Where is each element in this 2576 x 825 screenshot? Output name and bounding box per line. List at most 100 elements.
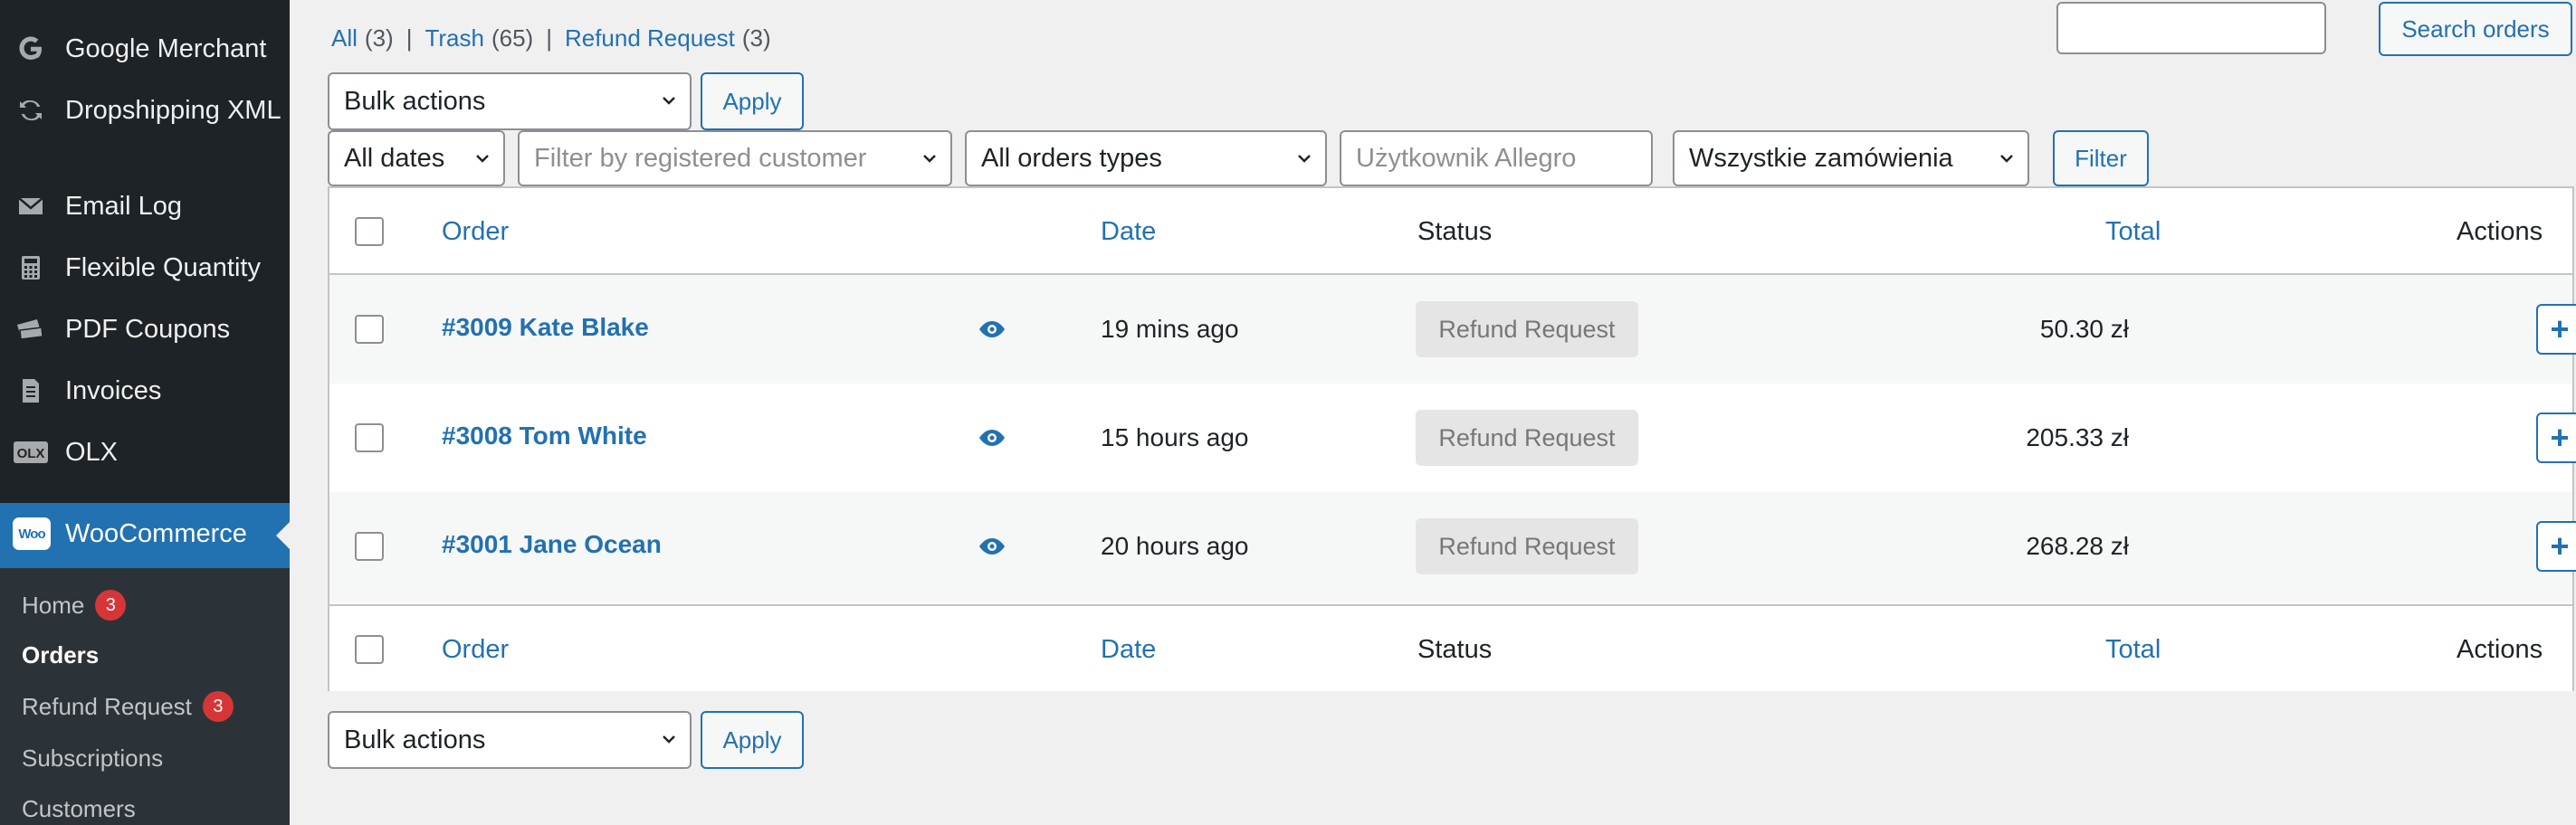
status-badge: Refund Request <box>1416 410 1638 466</box>
column-header-status: Status <box>1417 217 1493 246</box>
separator: | <box>405 24 413 52</box>
chevron-down-icon <box>1298 155 1311 163</box>
search-orders-button[interactable]: Search orders <box>2379 2 2572 56</box>
allegro-user-placeholder: Użytkownik Allegro <box>1356 143 1577 173</box>
order-date: 20 hours ago <box>1101 532 1249 560</box>
customer-filter-select[interactable]: Filter by registered customer <box>518 130 952 186</box>
order-link[interactable]: #3008 Tom White <box>442 420 647 452</box>
dates-selected: All dates <box>344 143 445 173</box>
submenu-item-home[interactable]: Home 3 <box>22 590 127 621</box>
order-link[interactable]: #3009 Kate Blake <box>442 311 649 344</box>
sidebar-item-label: Dropshipping XML <box>65 96 281 125</box>
eye-icon[interactable] <box>978 315 1007 344</box>
column-header-actions: Actions <box>2457 217 2543 246</box>
column-footer-order[interactable]: Order <box>442 633 509 666</box>
apply-button-top[interactable]: Apply <box>701 72 804 130</box>
submenu-item-orders[interactable]: Orders <box>22 640 99 669</box>
dates-filter-select[interactable]: All dates <box>328 130 505 186</box>
eye-icon[interactable] <box>978 423 1007 452</box>
view-trash-link[interactable]: Trash <box>425 24 484 52</box>
column-footer-date[interactable]: Date <box>1101 633 1156 666</box>
table-row[interactable]: #3008 Tom White 15 hours ago Refund Requ… <box>329 384 2576 492</box>
submenu-item-label: Home <box>22 592 85 619</box>
sidebar-item-label: Flexible Quantity <box>65 253 261 282</box>
filter-button[interactable]: Filter <box>2053 130 2149 186</box>
sidebar-item-label: Email Log <box>65 192 182 221</box>
row-action-plus-button[interactable]: + <box>2536 521 2576 572</box>
submenu-item-label: Subscriptions <box>22 744 164 772</box>
select-all-checkbox[interactable] <box>355 217 384 246</box>
order-date: 15 hours ago <box>1101 423 1249 451</box>
status-badge: Refund Request <box>1416 518 1638 574</box>
order-date: 19 mins ago <box>1101 315 1239 343</box>
order-total: 50.30 zł <box>2039 315 2129 343</box>
order-types-selected: All orders types <box>981 143 1162 173</box>
status-view-links: All (3) | Trash (65) | Refund Request (3… <box>331 24 771 52</box>
row-checkbox[interactable] <box>355 315 384 344</box>
column-header-date[interactable]: Date <box>1101 215 1156 248</box>
all-orders-selected: Wszystkie zamówienia <box>1689 143 1953 173</box>
column-footer-total[interactable]: Total <box>2105 633 2161 666</box>
column-header-order[interactable]: Order <box>442 215 509 248</box>
svg-text:OLX: OLX <box>17 446 45 461</box>
google-icon <box>13 31 49 67</box>
submenu-item-customers[interactable]: Customers <box>22 794 136 823</box>
sidebar-item-label: Invoices <box>65 376 162 405</box>
table-row[interactable]: #3009 Kate Blake 19 mins ago Refund Requ… <box>329 275 2576 384</box>
submenu-item-label: Customers <box>22 795 136 822</box>
allegro-user-input[interactable]: Użytkownik Allegro <box>1340 130 1653 186</box>
sidebar-item-label: PDF Coupons <box>65 315 231 344</box>
submenu-item-subscriptions[interactable]: Subscriptions <box>22 744 163 773</box>
woocommerce-submenu: Home 3 Orders Refund Request 3 Subscript… <box>0 568 290 825</box>
column-header-total[interactable]: Total <box>2105 215 2161 248</box>
notification-badge: 3 <box>95 590 127 621</box>
chevron-down-icon <box>663 735 675 744</box>
order-total: 205.33 zł <box>2026 423 2129 451</box>
row-checkbox[interactable] <box>355 423 384 452</box>
table-row[interactable]: #3001 Jane Ocean 20 hours ago Refund Req… <box>329 492 2576 602</box>
sync-icon <box>13 92 49 128</box>
row-action-plus-button[interactable]: + <box>2536 304 2576 355</box>
order-total: 268.28 zł <box>2026 532 2129 560</box>
bulk-actions-select-top[interactable]: Bulk actions <box>328 72 692 130</box>
envelope-icon <box>13 188 49 224</box>
invoice-icon <box>13 373 49 409</box>
submenu-item-refund-request[interactable]: Refund Request 3 <box>22 691 234 722</box>
calculator-icon <box>13 250 49 286</box>
bulk-actions-selected: Bulk actions <box>344 86 486 116</box>
column-footer-actions: Actions <box>2457 635 2543 664</box>
table-header-row: Order Date Status Total Actions <box>329 188 2572 275</box>
coupons-icon <box>13 311 49 347</box>
sidebar-item-label: Google Merchant <box>65 34 267 63</box>
apply-button-bottom[interactable]: Apply <box>701 711 804 769</box>
orders-table: Order Date Status Total Actions #3009 Ka… <box>328 186 2576 691</box>
row-action-plus-button[interactable]: + <box>2536 412 2576 463</box>
sidebar-item-label: OLX <box>65 438 119 467</box>
all-orders-filter-select[interactable]: Wszystkie zamówienia <box>1673 130 2029 186</box>
search-orders-input[interactable] <box>2056 2 2326 54</box>
view-refund-request-link[interactable]: Refund Request <box>565 24 735 52</box>
sidebar-item-woocommerce[interactable]: Woo WooCommerce <box>0 503 290 568</box>
woocommerce-logo-icon: Woo <box>13 517 51 550</box>
order-types-filter-select[interactable]: All orders types <box>965 130 1327 186</box>
main-content: All (3) | Trash (65) | Refund Request (3… <box>290 0 2576 825</box>
notification-badge: 3 <box>202 691 234 722</box>
chevron-down-icon <box>663 97 675 105</box>
admin-sidebar: Google Merchant Dropshipping XML Email L… <box>0 0 290 825</box>
chevron-down-icon <box>476 155 489 163</box>
view-all-link[interactable]: All <box>331 24 358 52</box>
eye-icon[interactable] <box>978 532 1007 561</box>
customer-filter-placeholder: Filter by registered customer <box>534 143 867 173</box>
table-footer-row: Order Date Status Total Actions <box>329 604 2572 691</box>
submenu-item-label: Orders <box>22 641 100 669</box>
sidebar-item-label: WooCommerce <box>65 519 247 548</box>
chevron-down-icon <box>2000 155 2013 163</box>
column-footer-status: Status <box>1417 635 1493 664</box>
select-all-checkbox[interactable] <box>355 635 384 664</box>
order-link[interactable]: #3001 Jane Ocean <box>442 528 662 561</box>
bulk-actions-select-bottom[interactable]: Bulk actions <box>328 711 692 769</box>
olx-logo-icon: OLX <box>13 434 49 470</box>
separator: | <box>546 24 552 52</box>
current-menu-arrow <box>276 521 290 550</box>
row-checkbox[interactable] <box>355 532 384 561</box>
